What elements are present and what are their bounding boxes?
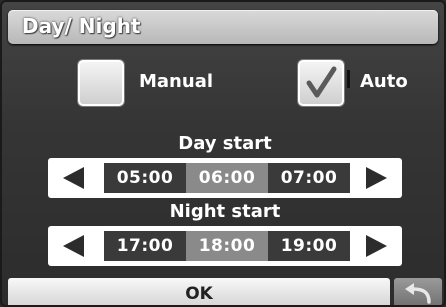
left-arrow-icon (63, 167, 84, 189)
checkmark-icon (306, 66, 337, 98)
manual-label: Manual (139, 71, 214, 92)
manual-checkbox[interactable] (78, 60, 124, 106)
back-arrow-icon (405, 282, 431, 304)
night-start-prev-button[interactable] (48, 226, 100, 266)
night-start-options: 17:00 18:00 19:00 (104, 231, 350, 261)
night-start-title: Night start (169, 201, 281, 222)
right-arrow-icon (366, 235, 387, 257)
auto-divider (347, 70, 350, 88)
night-start-stepper: 17:00 18:00 19:00 (48, 226, 402, 266)
day-start-title: Day start (178, 133, 272, 154)
title-bar: Day/ Night (8, 10, 438, 44)
day-start-next-button[interactable] (350, 158, 402, 198)
right-arrow-icon (366, 167, 387, 189)
day-start-stepper: 05:00 06:00 07:00 (48, 158, 402, 198)
auto-checkbox[interactable] (298, 60, 344, 106)
night-start-next-button[interactable] (350, 226, 402, 266)
night-start-option[interactable]: 19:00 (268, 231, 350, 261)
dialog-title: Day/ Night (22, 14, 141, 38)
day-start-prev-button[interactable] (48, 158, 100, 198)
ok-button[interactable]: OK (8, 278, 390, 305)
auto-label: Auto (360, 71, 408, 92)
night-start-option[interactable]: 17:00 (104, 231, 186, 261)
night-start-option-selected[interactable]: 18:00 (186, 231, 268, 261)
footer-bar: OK (2, 278, 444, 305)
day-start-option[interactable]: 05:00 (104, 163, 186, 193)
left-arrow-icon (63, 235, 84, 257)
day-start-options: 05:00 06:00 07:00 (104, 163, 350, 193)
day-start-option-selected[interactable]: 06:00 (186, 163, 268, 193)
back-button[interactable] (394, 278, 442, 305)
dialog-frame: Day/ Night Manual Auto Day start 05:00 0… (0, 0, 446, 307)
day-start-option[interactable]: 07:00 (268, 163, 350, 193)
